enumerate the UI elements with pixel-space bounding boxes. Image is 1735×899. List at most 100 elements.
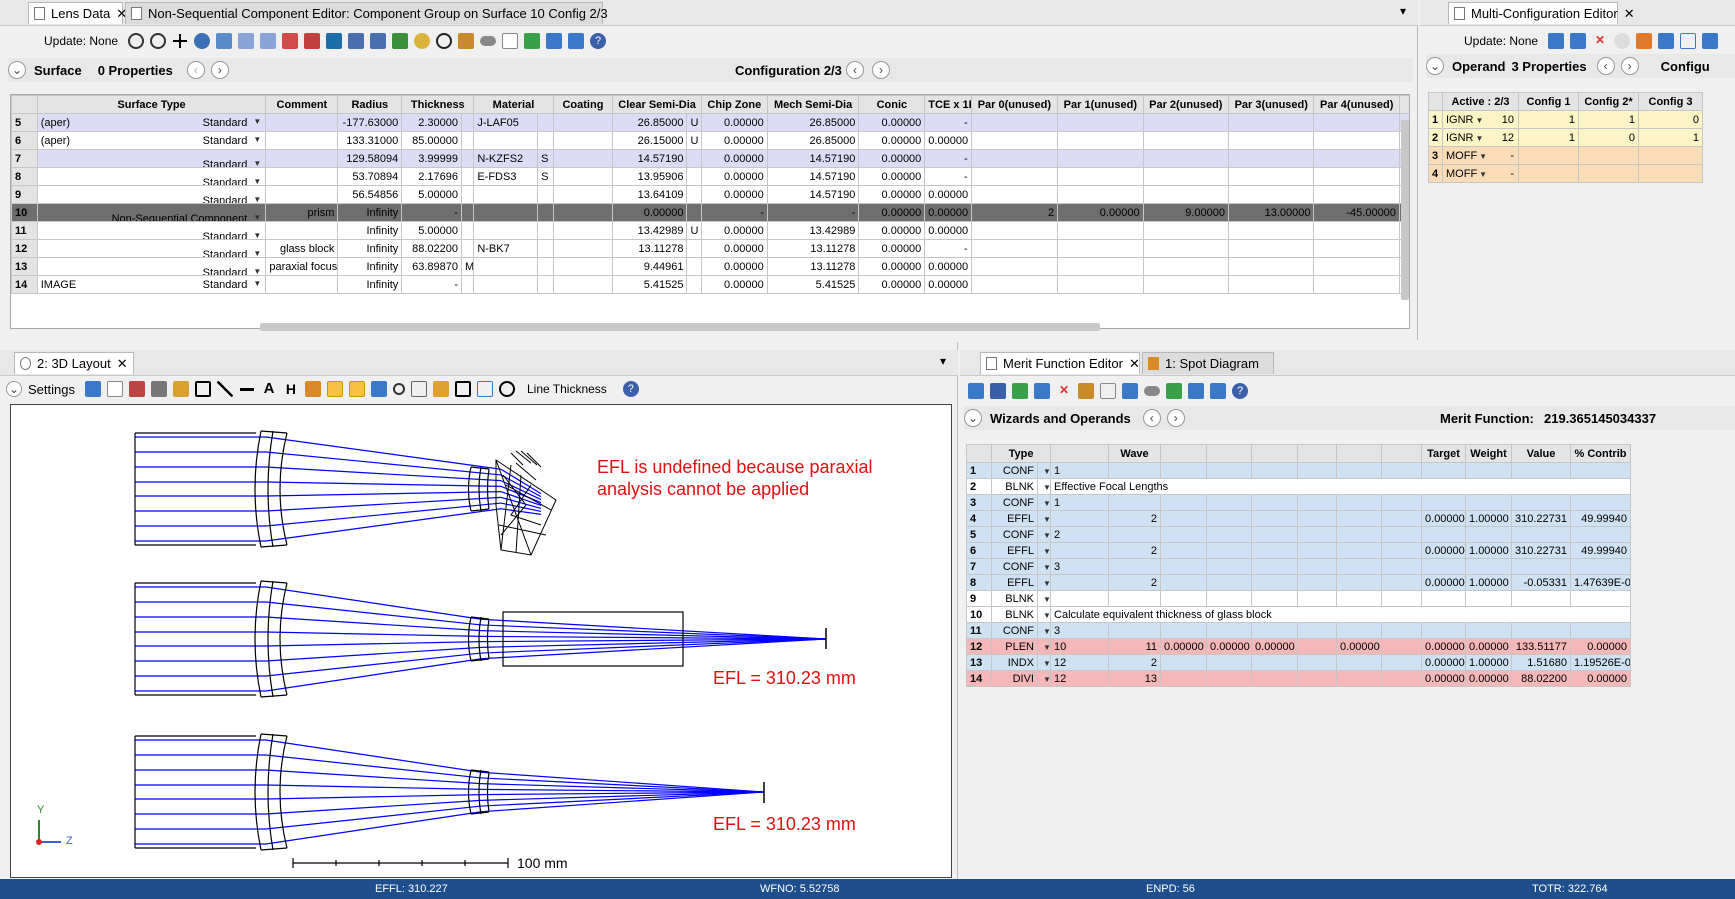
type-cell[interactable]: BLNK	[991, 590, 1038, 607]
panel-menu-icon[interactable]: ▾	[1400, 4, 1406, 18]
param4-cell[interactable]	[1206, 462, 1253, 479]
chevron-down-icon[interactable]: ▼	[1043, 499, 1050, 508]
type-dropdown[interactable]: ▼	[1036, 478, 1052, 495]
par4-cell[interactable]	[1313, 185, 1400, 204]
tce-cell[interactable]: -	[924, 149, 972, 168]
chip-zone-cell[interactable]: 0.00000	[700, 257, 768, 276]
col-c5[interactable]	[1251, 444, 1299, 463]
material-cell[interactable]	[473, 275, 539, 294]
coating-cell[interactable]	[552, 131, 614, 150]
mech-semi-dia-cell[interactable]: 14.57190	[766, 149, 860, 168]
remove-icon[interactable]	[282, 33, 299, 49]
table-row[interactable]: 2 IGNR ▼ 12 1 0 1	[1428, 128, 1703, 147]
coating-cell[interactable]	[552, 221, 614, 240]
stack-icon[interactable]	[304, 33, 321, 49]
table-row[interactable]: 4 EFFL ▼ 2 0.00000 1.00000 310.22731 49.99940	[966, 510, 1632, 527]
par1-cell[interactable]	[1057, 239, 1144, 258]
type-cell[interactable]: BLNK	[991, 478, 1038, 495]
mech-semi-dia-cell[interactable]: 14.57190	[766, 185, 860, 204]
config1-cell[interactable]	[1518, 146, 1579, 165]
radius-cell[interactable]: 129.58094	[337, 149, 403, 168]
config1-cell[interactable]: 1	[1518, 110, 1579, 129]
clear-semi-dia-flag[interactable]	[686, 257, 702, 276]
param5-cell[interactable]	[1251, 670, 1299, 687]
chip-zone-cell[interactable]: 0.00000	[700, 149, 768, 168]
radius-cell[interactable]: 133.31000	[337, 131, 403, 150]
param6-cell[interactable]	[1297, 558, 1338, 575]
weight-cell[interactable]: 0.00000	[1465, 638, 1513, 655]
int2-cell[interactable]	[1108, 590, 1162, 607]
page-icon[interactable]	[502, 33, 519, 49]
close-icon[interactable]: ✕	[117, 356, 128, 371]
mech-semi-dia-cell[interactable]: 13.42989	[766, 221, 860, 240]
param6-cell[interactable]	[1297, 638, 1338, 655]
clear-semi-dia-cell[interactable]: 13.11278	[612, 239, 688, 258]
table-row[interactable]: 8 Standard ▼ 53.70894 2.17696 E-FDS3 S 13.95906…	[11, 167, 1409, 186]
thickness-cell[interactable]: 2.17696	[401, 167, 462, 186]
col-config3[interactable]: Config 3	[1638, 92, 1703, 111]
thickness-cell[interactable]: 3.99999	[401, 149, 462, 168]
par3-cell[interactable]	[1228, 185, 1315, 204]
clear-semi-dia-flag[interactable]	[686, 275, 702, 294]
type-cell[interactable]: CONF	[991, 622, 1038, 639]
par1-cell[interactable]	[1057, 257, 1144, 276]
table-row[interactable]: 4 MOFF ▼ -	[1428, 164, 1703, 183]
tce-cell[interactable]: -	[924, 113, 972, 132]
chevron-down-icon[interactable]: ▼	[253, 279, 261, 288]
clear-semi-dia-cell[interactable]: 5.41525	[612, 275, 688, 294]
comment-cell[interactable]: glass block	[265, 239, 339, 258]
param4-cell[interactable]	[1206, 590, 1253, 607]
param7-cell[interactable]	[1336, 462, 1383, 479]
par0-cell[interactable]: 2	[970, 203, 1059, 222]
col-clear-semi-dia[interactable]: Clear Semi-Dia	[612, 95, 702, 114]
weight-cell[interactable]: 1.00000	[1465, 654, 1513, 671]
weight-cell[interactable]	[1465, 558, 1513, 575]
arrows-expand-icon[interactable]	[1188, 383, 1204, 399]
thickness-cell[interactable]: -	[401, 203, 462, 222]
target-cell[interactable]	[1421, 558, 1467, 575]
chevron-down-icon[interactable]: ▼	[1043, 643, 1050, 652]
col-wave[interactable]: Wave	[1108, 444, 1162, 463]
next-button[interactable]: ›	[1166, 409, 1185, 427]
thickness-cell[interactable]: 85.00000	[401, 131, 462, 150]
col-thickness[interactable]: Thickness	[401, 95, 475, 114]
par2-cell[interactable]	[1142, 275, 1230, 294]
magnify-icon[interactable]	[392, 383, 405, 395]
par4-cell[interactable]	[1313, 257, 1400, 276]
clear-semi-dia-flag[interactable]	[686, 203, 702, 222]
table-row[interactable]: 11 CONF ▼ 3	[966, 622, 1632, 639]
par3-cell[interactable]: 13.00000	[1228, 203, 1315, 222]
type-dropdown[interactable]: ▼	[1036, 622, 1052, 639]
param4-cell[interactable]	[1206, 654, 1253, 671]
insert-icon[interactable]	[1548, 33, 1565, 49]
thickness-cell[interactable]: -	[401, 275, 462, 294]
param3-cell[interactable]	[1160, 526, 1208, 543]
arrows-swap-icon[interactable]	[1166, 383, 1182, 399]
table-row[interactable]: 11 Standard ▼ Infinity 5.00000 13.42989 U 0.000…	[11, 221, 1409, 240]
chevron-down-icon[interactable]: ▼	[1043, 515, 1050, 524]
param4-cell[interactable]	[1206, 558, 1253, 575]
par1-cell[interactable]: 0.00000	[1057, 203, 1144, 222]
hline-icon[interactable]	[238, 381, 255, 397]
arrow-right-icon[interactable]	[568, 33, 585, 49]
lens-icon[interactable]	[326, 33, 343, 49]
target-cell[interactable]	[1421, 494, 1467, 511]
tab-merit-function[interactable]: Merit Function Editor ✕	[980, 352, 1140, 374]
arrows-expand-icon[interactable]	[546, 33, 563, 49]
param8-cell[interactable]	[1381, 590, 1423, 607]
comment-cell[interactable]: Effective Focal Lengths	[1050, 478, 1632, 495]
par2-cell[interactable]	[1142, 149, 1230, 168]
table-row[interactable]: 13 Standard ▼ paraxial focus Infinity 63.8987…	[11, 257, 1409, 276]
material-solve-flag[interactable]: S	[537, 167, 554, 186]
thickness-solve-flag[interactable]: M	[460, 257, 475, 276]
param3-cell[interactable]	[1160, 462, 1208, 479]
param7-cell[interactable]	[1336, 542, 1383, 559]
chip-zone-cell[interactable]: 0.00000	[700, 167, 768, 186]
settings-label[interactable]: Settings	[28, 382, 75, 397]
material-cell[interactable]	[473, 257, 539, 276]
conic-cell[interactable]: 0.00000	[858, 131, 926, 150]
operand-cell[interactable]: MOFF ▼ -	[1442, 146, 1519, 165]
param4-cell[interactable]	[1206, 622, 1253, 639]
type-dropdown[interactable]: ▼	[1036, 654, 1052, 671]
surface-type-cell[interactable]: Standard ▼	[36, 239, 267, 258]
